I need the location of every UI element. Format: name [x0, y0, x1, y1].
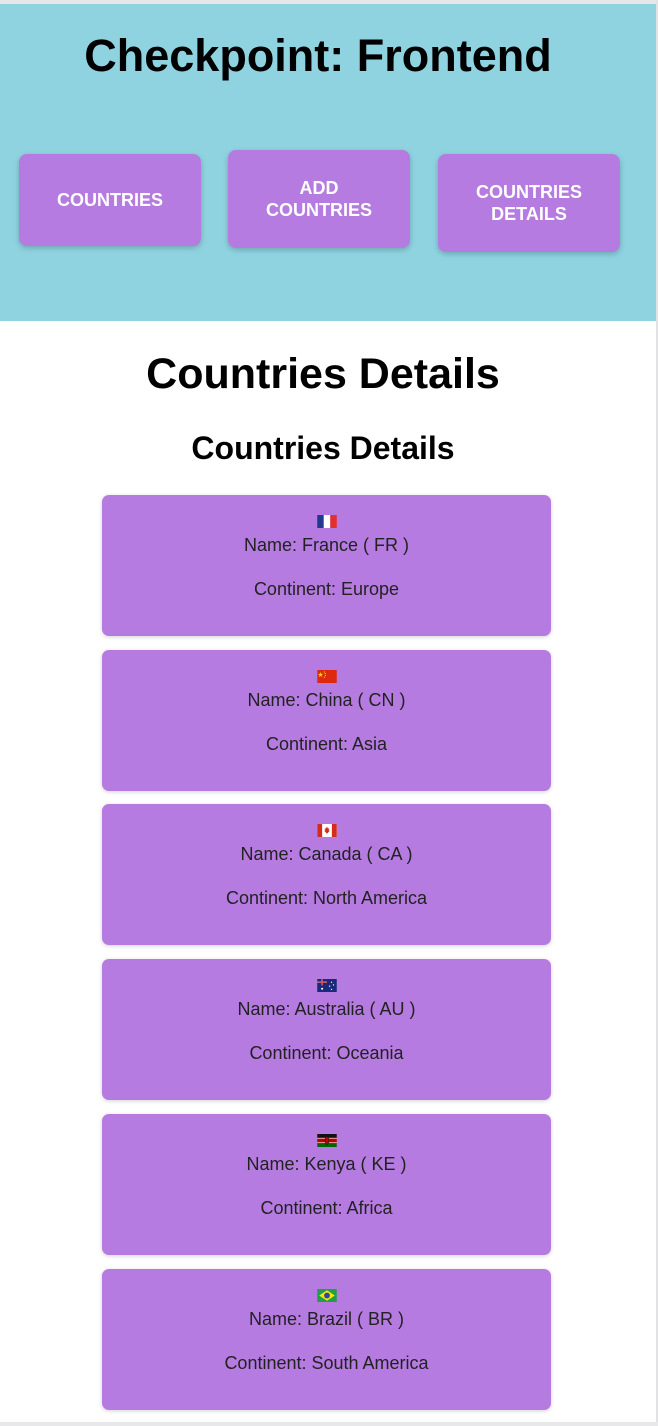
- flag-cn-icon: [317, 670, 337, 683]
- country-card-kenya: Name: Kenya ( KE ) Continent: Africa: [102, 1114, 551, 1255]
- country-continent: Continent: North America: [225, 888, 428, 908]
- nav-button-add-countries[interactable]: Add Countries: [228, 150, 410, 248]
- country-card-australia: Name: Australia ( AU ) Continent: Oceani…: [102, 959, 551, 1100]
- country-name: Name: France ( FR ): [243, 535, 410, 555]
- country-card-brazil: Name: Brazil ( BR ) Continent: South Ame…: [102, 1269, 551, 1410]
- flag-ca-icon: [317, 824, 337, 837]
- country-card-china: Name: China ( CN ) Continent: Asia: [102, 650, 551, 791]
- window-bottom-border: [0, 1422, 658, 1426]
- country-name: Name: Brazil ( BR ): [248, 1309, 405, 1329]
- country-name: Name: China ( CN ): [247, 690, 406, 710]
- country-name: Name: Kenya ( KE ): [246, 1154, 407, 1174]
- country-continent: Continent: Europe: [253, 579, 400, 599]
- flag-au-icon: [317, 979, 337, 992]
- nav-button-countries[interactable]: Countries: [19, 154, 201, 246]
- country-name: Name: Australia ( AU ): [237, 999, 416, 1019]
- country-card-france: Name: France ( FR ) Continent: Europe: [102, 495, 551, 636]
- country-continent: Continent: South America: [224, 1353, 429, 1373]
- country-name: Name: Canada ( CA ): [240, 844, 413, 864]
- nav-button-countries-details[interactable]: Countries Details: [438, 154, 620, 252]
- country-continent: Continent: Oceania: [249, 1043, 404, 1063]
- flag-br-icon: [317, 1289, 337, 1302]
- site-header: Checkpoint: Frontend Countries Add Count…: [0, 4, 656, 321]
- flag-ke-icon: [317, 1134, 337, 1147]
- country-card-canada: Name: Canada ( CA ) Continent: North Ame…: [102, 804, 551, 945]
- section-title: Countries Details: [191, 430, 455, 466]
- flag-fr-icon: [317, 515, 337, 528]
- country-continent: Continent: Asia: [265, 734, 388, 754]
- site-title: Checkpoint: Frontend: [84, 30, 552, 81]
- page-title: Countries Details: [146, 350, 500, 398]
- country-continent: Continent: Africa: [260, 1198, 393, 1218]
